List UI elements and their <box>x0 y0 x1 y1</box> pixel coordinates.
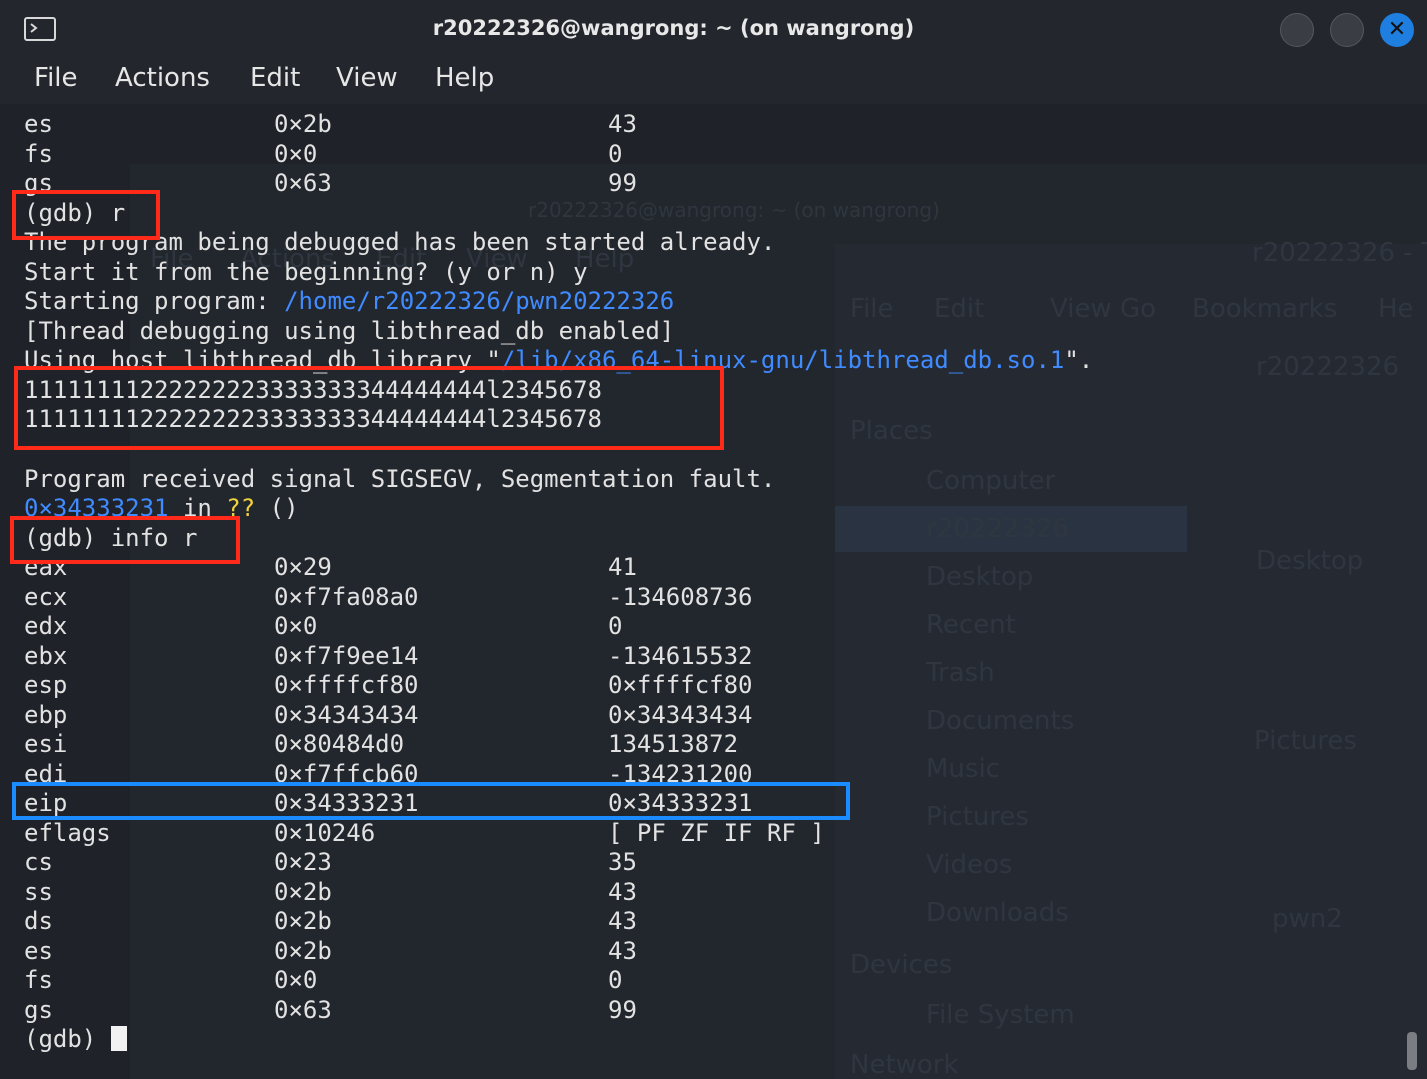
annotation-eip-register <box>12 782 850 820</box>
annotation-info-command <box>10 516 240 564</box>
text-cursor <box>110 1026 127 1051</box>
background-place-pictures: Pictures <box>926 802 1029 832</box>
menu-help[interactable]: Help <box>435 63 494 93</box>
background-place-music: Music <box>926 754 1000 784</box>
window-title: r20222326@wangrong: ~ (on wangrong) <box>432 16 915 40</box>
background-terminal-title: r20222326@wangrong: ~ (on wangrong) <box>528 198 940 222</box>
background-place-recent: Recent <box>926 610 1016 640</box>
menu-edit[interactable]: Edit <box>250 63 300 93</box>
terminal-output[interactable]: r20222326@wangrong: ~ (on wangrong) File… <box>0 104 1427 1079</box>
thread-debugging-message: [Thread debugging using libthread_db ena… <box>24 317 675 345</box>
background-place-desktop: Desktop <box>926 562 1034 592</box>
title-bar[interactable]: r20222326@wangrong: ~ (on wangrong) ✕ <box>0 0 1427 58</box>
background-fm-menu-bookmarks: Bookmarks <box>1192 294 1338 324</box>
menu-file[interactable]: File <box>34 63 78 93</box>
background-place-videos: Videos <box>926 850 1013 880</box>
background-place-trash: Trash <box>926 658 995 688</box>
gdb-prompt[interactable]: (gdb) <box>24 1024 127 1054</box>
background-network-header: Network <box>850 1050 959 1079</box>
background-place-documents: Documents <box>926 706 1075 736</box>
background-icon-desktop: Desktop <box>1256 546 1364 576</box>
background-devices-header: Devices <box>850 950 953 980</box>
background-icon-pwn2: pwn2 <box>1272 904 1343 934</box>
background-place-computer: Computer <box>926 466 1056 496</box>
background-fm-menu-edit: Edit <box>934 294 985 324</box>
maximize-button[interactable] <box>1330 13 1364 47</box>
background-device-filesystem: File System <box>926 1000 1075 1030</box>
background-fm-menu-go: Go <box>1120 294 1157 324</box>
restart-question: Start it from the beginning? (y or n) y <box>24 258 588 286</box>
background-path: r20222326 <box>1256 352 1400 382</box>
starting-program-line: Starting program: /home/r20222326/pwn202… <box>24 287 675 315</box>
background-fm-menu-file: File <box>850 294 894 324</box>
menu-view[interactable]: View <box>336 63 398 93</box>
minimize-button[interactable] <box>1280 13 1314 47</box>
program-path: /home/r20222326/pwn20222326 <box>284 287 675 315</box>
background-fm-menu-help: He <box>1378 294 1414 324</box>
background-icon-pictures: Pictures <box>1254 726 1357 756</box>
background-place-downloads: Downloads <box>926 898 1069 928</box>
annotation-program-output <box>14 366 724 450</box>
menu-bar: File Actions Edit View Help <box>0 58 1427 104</box>
close-icon: ✕ <box>1387 17 1407 42</box>
terminal-window: r20222326@wangrong: ~ (on wangrong) ✕ Fi… <box>0 0 1427 1079</box>
annotation-run-command <box>12 190 160 240</box>
close-button[interactable]: ✕ <box>1380 13 1414 47</box>
background-fm-title: r20222326 - T <box>1252 238 1427 268</box>
background-places-header: Places <box>850 416 933 446</box>
background-fm-menu-view: View <box>1050 294 1112 324</box>
menu-actions[interactable]: Actions <box>115 63 210 93</box>
background-place-home: r20222326 <box>926 514 1070 544</box>
scrollbar-thumb[interactable] <box>1407 1032 1417 1070</box>
sigsegv-message: Program received signal SIGSEGV, Segment… <box>24 465 776 493</box>
